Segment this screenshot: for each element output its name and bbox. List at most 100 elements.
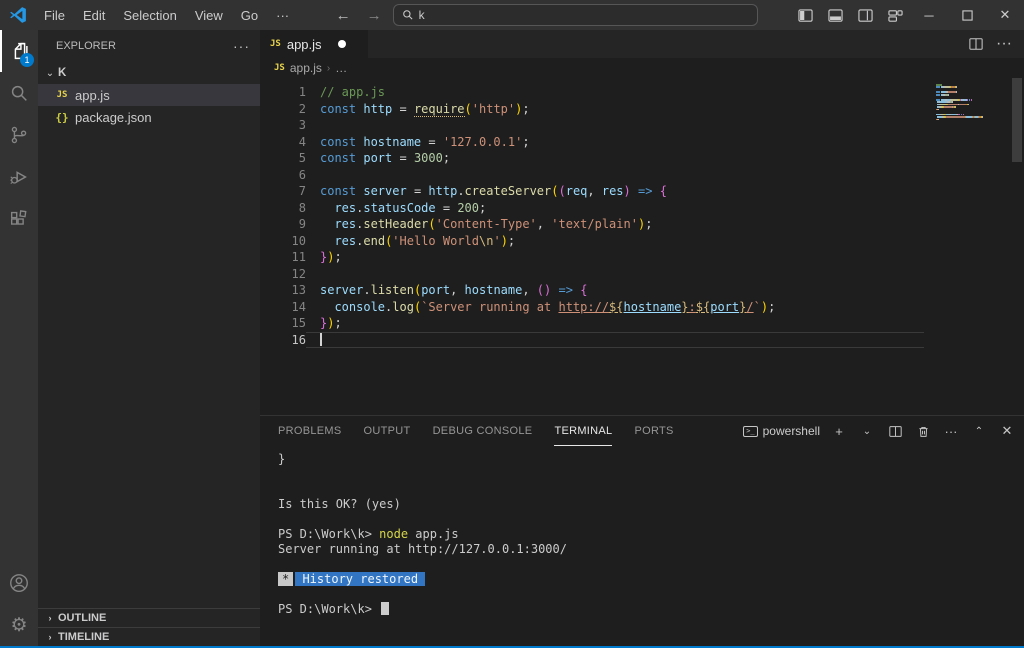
tab-bar-actions: ··· — [368, 30, 1024, 58]
menu-view[interactable]: View — [186, 0, 232, 30]
activity-explorer[interactable]: 1 — [0, 30, 38, 72]
activity-run-debug[interactable] — [0, 156, 38, 198]
split-editor-icon[interactable] — [964, 32, 988, 56]
file-rows: JSapp.js{}package.json — [38, 84, 260, 128]
code-token: 3000 — [414, 151, 443, 165]
new-terminal-icon[interactable]: + — [830, 420, 848, 442]
line-content: res.setHeader('Content-Type', 'text/plai… — [306, 216, 924, 233]
code-token: => — [638, 184, 652, 198]
code-token: , — [450, 283, 464, 297]
line-content — [306, 117, 924, 134]
terminal[interactable]: }Is this OK? (yes)PS D:\Work\k> node app… — [260, 446, 1024, 646]
code-token: hostname — [363, 135, 421, 149]
panel-tab-output[interactable]: OUTPUT — [364, 416, 411, 446]
code-token: ${ — [609, 300, 623, 314]
breadcrumb[interactable]: JS app.js › … — [260, 58, 1024, 78]
breadcrumb-symbol[interactable]: … — [335, 61, 347, 75]
section-outline[interactable]: ›OUTLINE — [38, 608, 260, 627]
customize-layout-icon[interactable] — [880, 0, 910, 30]
editor-scrollbar[interactable] — [1010, 78, 1024, 415]
line-number: 2 — [260, 101, 306, 118]
source-control-icon — [8, 124, 30, 146]
code-token: { — [660, 184, 667, 198]
split-terminal-icon[interactable] — [886, 420, 904, 442]
tab-bar: JS app.js ··· — [260, 30, 1024, 58]
code-token: => — [559, 283, 573, 297]
section-label: OUTLINE — [58, 612, 106, 624]
minimap-seg — [968, 104, 969, 106]
editor-more-icon[interactable]: ··· — [992, 32, 1016, 56]
title-bar-controls: ─ ✕ — [790, 0, 1024, 30]
folder-root[interactable]: ⌄ K — [38, 62, 260, 84]
minimap-line — [936, 119, 1006, 121]
minimap-seg — [940, 101, 947, 103]
toggle-sidebar-icon[interactable] — [790, 0, 820, 30]
maximize-panel-icon[interactable]: ⌃ — [970, 420, 988, 442]
bottom-panel: PROBLEMS OUTPUT DEBUG CONSOLE TERMINAL PORTS… — [260, 415, 1024, 646]
minimap-line — [936, 89, 1006, 91]
toggle-panel-icon[interactable] — [820, 0, 850, 30]
minimap[interactable] — [936, 84, 1006, 124]
panel-tab-terminal[interactable]: TERMINAL — [554, 416, 612, 446]
code-token: = — [421, 135, 443, 149]
code-token: port — [363, 151, 392, 165]
file-item-app.js[interactable]: JSapp.js — [38, 84, 260, 106]
menu-edit[interactable]: Edit — [74, 0, 114, 30]
shell-label: powershell — [763, 424, 820, 438]
code-token: / — [746, 300, 753, 314]
close-button[interactable]: ✕ — [986, 0, 1024, 30]
menu-go[interactable]: Go — [232, 0, 267, 30]
activity-settings[interactable]: ⚙ — [0, 604, 38, 646]
code-token — [320, 201, 334, 215]
minimap-line — [936, 104, 1006, 106]
panel-tab-ports[interactable]: PORTS — [634, 416, 673, 446]
terminal-text: } — [278, 452, 285, 466]
code-token: ( — [537, 283, 544, 297]
code-token: ; — [522, 135, 529, 149]
toggle-secondary-sidebar-icon[interactable] — [850, 0, 880, 30]
panel-tab-debug-console[interactable]: DEBUG CONSOLE — [433, 416, 533, 446]
panel-tab-problems[interactable]: PROBLEMS — [278, 416, 342, 446]
back-arrow-icon[interactable]: ← — [331, 7, 356, 24]
breadcrumb-file[interactable]: app.js — [290, 61, 322, 75]
menu-bar: FileEditSelectionViewGo — [35, 0, 267, 30]
minimap-line — [936, 94, 1006, 96]
shell-chip[interactable]: >_ powershell — [743, 424, 820, 438]
terminal-text: PS D:\Work\k> — [278, 527, 379, 541]
modified-dot-icon[interactable] — [338, 40, 346, 48]
menu-more[interactable]: ··· — [267, 0, 298, 30]
forward-arrow-icon[interactable]: → — [362, 7, 387, 24]
code-token: server — [320, 283, 363, 297]
text-cursor — [320, 333, 322, 346]
code-token: ( — [428, 217, 435, 231]
minimap-seg — [951, 99, 959, 101]
sidebar-more-icon[interactable]: ··· — [233, 38, 250, 54]
code-token: \n — [479, 234, 493, 248]
file-item-package.json[interactable]: {}package.json — [38, 106, 260, 128]
code-token: 'Content-Type' — [436, 217, 537, 231]
code-editor[interactable]: 1// app.js2const http = require('http');… — [260, 78, 1024, 415]
close-panel-icon[interactable]: ✕ — [998, 420, 1016, 442]
section-timeline[interactable]: ›TIMELINE — [38, 627, 260, 646]
code-token: setHeader — [363, 217, 428, 231]
activity-accounts[interactable] — [0, 562, 38, 604]
panel-more-icon[interactable]: ··· — [942, 420, 960, 442]
tab-appjs[interactable]: JS app.js — [260, 30, 368, 58]
line-number: 14 — [260, 299, 306, 316]
terminal-dropdown-icon[interactable]: ⌄ — [858, 420, 876, 442]
scrollbar-thumb[interactable] — [1012, 78, 1022, 162]
code-token: require — [414, 102, 465, 117]
kill-terminal-icon[interactable] — [914, 420, 932, 442]
activity-bar: 1 ⚙ — [0, 30, 38, 646]
menu-file[interactable]: File — [35, 0, 74, 30]
minimap-seg — [944, 106, 952, 108]
command-center-search[interactable]: k — [393, 4, 758, 26]
activity-source-control[interactable] — [0, 114, 38, 156]
activity-search[interactable] — [0, 72, 38, 114]
menu-selection[interactable]: Selection — [114, 0, 185, 30]
code-line: 8 res.statusCode = 200; — [260, 200, 1024, 217]
minimize-button[interactable]: ─ — [910, 0, 948, 30]
code-token: ) — [501, 234, 508, 248]
activity-extensions[interactable] — [0, 198, 38, 240]
maximize-button[interactable] — [948, 0, 986, 30]
